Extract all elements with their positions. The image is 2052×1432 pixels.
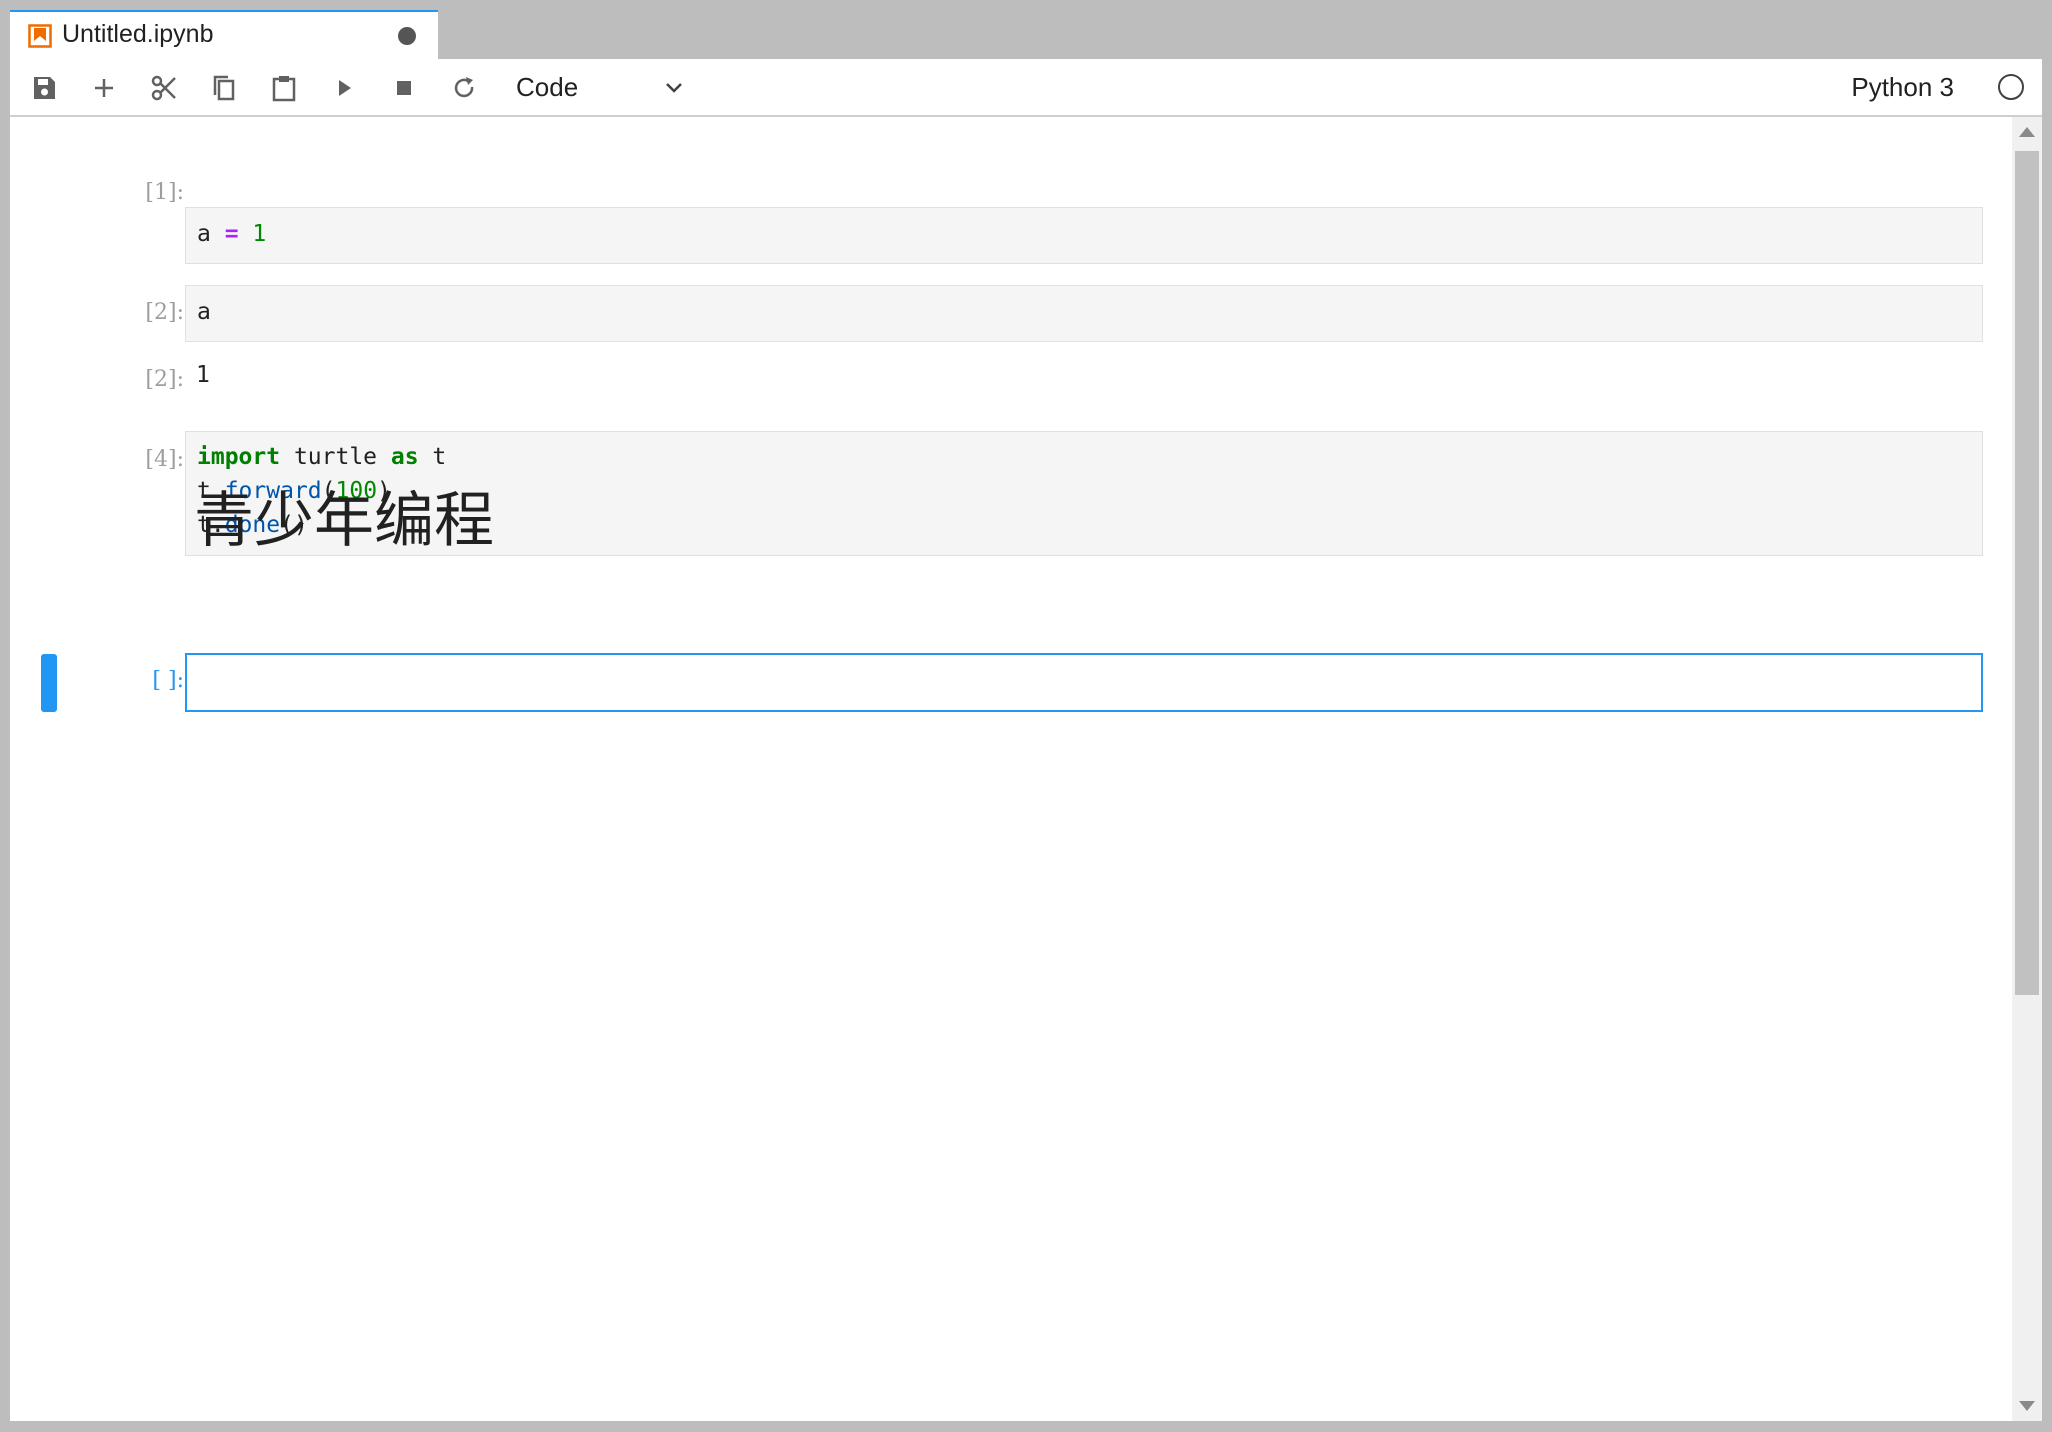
restart-button[interactable] xyxy=(448,72,480,104)
cut-icon xyxy=(151,75,176,101)
cell-type-label: Code xyxy=(516,72,579,102)
restart-icon xyxy=(454,77,474,98)
notebook-panel: Code Python 3 [1]: a = 1 [2]: a [2]: 1 [ xyxy=(10,59,2042,1421)
insert-cell-button[interactable] xyxy=(88,72,120,104)
vertical-scrollbar[interactable] xyxy=(2012,117,2042,1421)
cell-type-dropdown[interactable]: Code xyxy=(516,69,686,105)
kernel-name[interactable]: Python 3 xyxy=(1851,69,1954,105)
kernel-status-icon xyxy=(1998,74,2024,100)
markdown-heading: 青少年编程 xyxy=(194,486,494,556)
notebook-cells: [1]: a = 1 [2]: a [2]: 1 [4]: import tur… xyxy=(10,117,2012,1421)
run-button[interactable] xyxy=(328,72,360,104)
unsaved-indicator-icon[interactable] xyxy=(398,27,416,45)
input-prompt: [1]: xyxy=(145,180,184,205)
add-icon xyxy=(95,79,113,97)
save-icon xyxy=(34,77,55,99)
copy-button[interactable] xyxy=(208,72,240,104)
chevron-down-icon xyxy=(662,75,686,99)
tab-untitled-notebook[interactable]: Untitled.ipynb xyxy=(10,10,438,59)
cell-editor[interactable]: a = 1 xyxy=(185,207,1983,264)
save-button[interactable] xyxy=(28,72,60,104)
output-prompt: [2]: xyxy=(145,367,184,392)
code-line: a = 1 xyxy=(197,221,267,247)
cell-output: 1 xyxy=(196,362,210,388)
input-prompt: [4]: xyxy=(145,447,184,472)
cell-editor[interactable] xyxy=(185,653,1983,712)
scroll-up-icon[interactable] xyxy=(2019,127,2035,137)
copy-icon xyxy=(213,75,235,101)
input-prompt: [ ]: xyxy=(152,668,184,693)
paste-button[interactable] xyxy=(268,72,300,104)
cell-editor[interactable]: a xyxy=(185,285,1983,342)
notebook-toolbar: Code Python 3 xyxy=(10,59,2042,117)
tab-bar: Untitled.ipynb xyxy=(0,0,2052,59)
scroll-down-icon[interactable] xyxy=(2019,1401,2035,1411)
run-icon xyxy=(339,80,351,96)
cut-button[interactable] xyxy=(148,72,180,104)
code-line: a xyxy=(197,299,211,325)
scrollbar-thumb[interactable] xyxy=(2015,151,2039,995)
stop-icon xyxy=(397,81,411,95)
tab-title: Untitled.ipynb xyxy=(62,20,214,48)
active-cell-indicator xyxy=(41,654,57,712)
paste-icon xyxy=(272,76,296,102)
input-prompt: [2]: xyxy=(145,300,184,325)
notebook-icon xyxy=(28,24,52,48)
interrupt-button[interactable] xyxy=(388,72,420,104)
